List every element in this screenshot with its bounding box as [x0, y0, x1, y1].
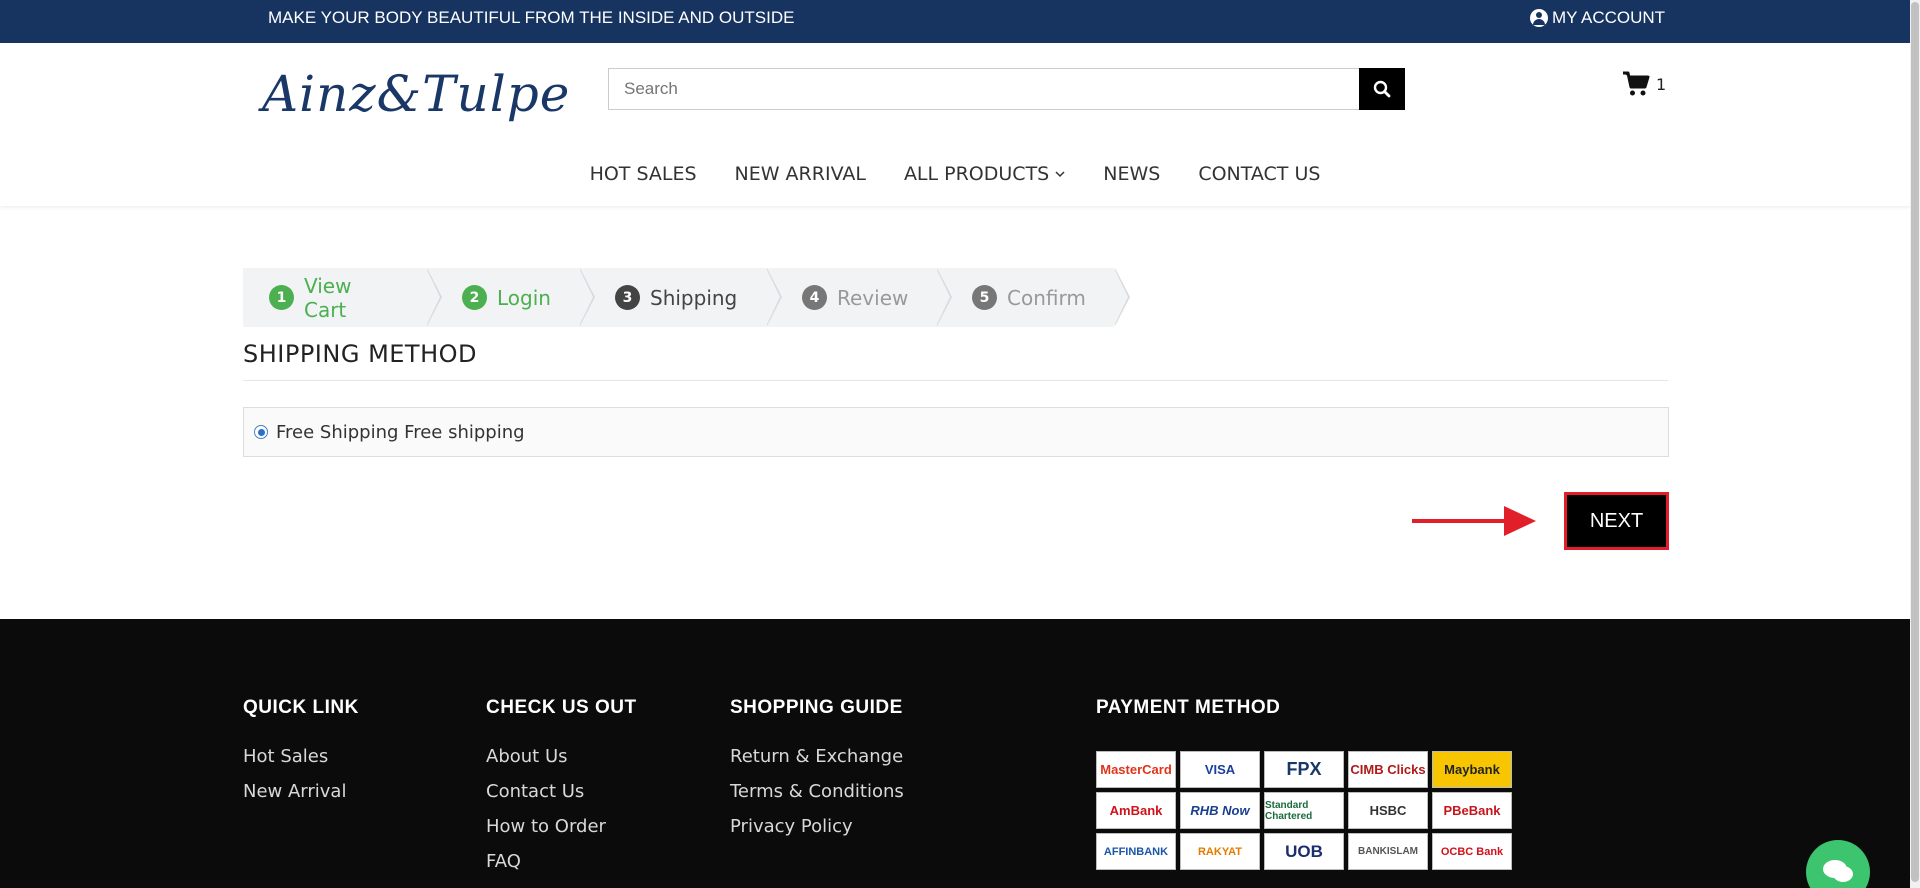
step-review: 4 Review: [766, 268, 952, 327]
payment-logo: BANKISLAM: [1348, 833, 1428, 870]
payment-logos: MasterCard VISA FPX CIMB Clicks Maybank …: [1096, 751, 1512, 870]
payment-logo: OCBC Bank: [1432, 833, 1512, 870]
step-number: 3: [615, 285, 640, 310]
step-shipping: 3 Shipping: [579, 268, 782, 327]
step-login[interactable]: 2 Login: [426, 268, 595, 327]
payment-logo: PBeBank: [1432, 792, 1512, 829]
footer-link-contact-us[interactable]: Contact Us: [486, 774, 637, 809]
chat-bubble-icon: [1823, 860, 1853, 882]
announcement-text: MAKE YOUR BODY BEAUTIFUL FROM THE INSIDE…: [268, 8, 795, 27]
step-label: Login: [497, 285, 551, 310]
site-header: Ainz&Tulpe 1 HOT SALES NEW ARRIVAL ALL P…: [0, 43, 1910, 206]
search-bar: [608, 68, 1405, 110]
user-circle-icon: [1530, 9, 1548, 27]
cart-button[interactable]: 1: [1622, 71, 1666, 97]
payment-logo: Maybank: [1432, 751, 1512, 788]
payment-logo: AmBank: [1096, 792, 1176, 829]
payment-logo: HSBC: [1348, 792, 1428, 829]
step-label: Shipping: [650, 285, 738, 310]
footer-link-new-arrival[interactable]: New Arrival: [243, 774, 359, 809]
footer-payment-method: PAYMENT METHOD: [1096, 697, 1280, 739]
payment-logo: RAKYAT: [1180, 833, 1260, 870]
site-logo[interactable]: Ainz&Tulpe: [262, 65, 570, 123]
my-account-link[interactable]: MY ACCOUNT: [1530, 0, 1665, 36]
footer-link-about-us[interactable]: About Us: [486, 739, 637, 774]
payment-logo: UOB: [1264, 833, 1344, 870]
footer-link-return-exchange[interactable]: Return & Exchange: [730, 739, 904, 774]
cart-count: 1: [1656, 74, 1667, 94]
step-label: View Cart: [303, 273, 352, 322]
next-button[interactable]: NEXT: [1564, 492, 1669, 550]
nav-all-products-label: ALL PRODUCTS: [903, 163, 1050, 185]
footer-heading: CHECK US OUT: [486, 697, 637, 718]
page-scrollbar[interactable]: [1910, 0, 1920, 888]
footer-link-privacy[interactable]: Privacy Policy: [730, 809, 904, 844]
step-view-cart[interactable]: 1 View Cart: [243, 268, 442, 327]
nav-hot-sales[interactable]: HOT SALES: [590, 163, 697, 185]
footer-link-terms[interactable]: Terms & Conditions: [730, 774, 904, 809]
payment-logo: Standard Chartered: [1264, 792, 1344, 829]
footer-heading: SHOPPING GUIDE: [730, 697, 903, 718]
footer-heading: PAYMENT METHOD: [1096, 697, 1281, 718]
nav-new-arrival[interactable]: NEW ARRIVAL: [735, 163, 866, 185]
page-title: SHIPPING METHOD: [243, 340, 478, 368]
footer-check-us-out: CHECK US OUT About Us Contact Us How to …: [486, 697, 637, 879]
divider: [243, 380, 1668, 381]
shipping-radio[interactable]: [254, 425, 268, 439]
arrow-right-icon: [1412, 506, 1536, 536]
footer-shopping-guide: SHOPPING GUIDE Return & Exchange Terms &…: [730, 697, 904, 844]
footer-quick-link: QUICK LINK Hot Sales New Arrival: [243, 697, 359, 809]
payment-logo: CIMB Clicks: [1348, 751, 1428, 788]
footer-link-hot-sales[interactable]: Hot Sales: [243, 739, 359, 774]
my-account-label: MY ACCOUNT: [1552, 8, 1666, 27]
shipping-option-free[interactable]: Free Shipping Free shipping: [243, 407, 1669, 457]
payment-logo: RHB Now: [1180, 792, 1260, 829]
step-label: Confirm: [1007, 285, 1086, 310]
search-button[interactable]: [1359, 68, 1405, 110]
footer-heading: QUICK LINK: [243, 697, 359, 718]
scrollbar-thumb[interactable]: [1911, 2, 1919, 882]
payment-logo: AFFINBANK: [1096, 833, 1176, 870]
shipping-option-label: Free Shipping Free shipping: [276, 421, 525, 443]
nav-contact-us[interactable]: CONTACT US: [1198, 163, 1320, 185]
search-input[interactable]: [609, 69, 1349, 109]
step-number: 4: [802, 285, 827, 310]
site-footer: QUICK LINK Hot Sales New Arrival CHECK U…: [0, 619, 1910, 888]
main-nav: HOT SALES NEW ARRIVAL ALL PRODUCTS NEWS …: [0, 163, 1910, 185]
chevron-down-icon: [1055, 170, 1065, 177]
announcement-bar: MAKE YOUR BODY BEAUTIFUL FROM THE INSIDE…: [0, 0, 1910, 43]
footer-link-faq[interactable]: FAQ: [486, 844, 637, 879]
step-number: 5: [972, 285, 997, 310]
payment-logo: MasterCard: [1096, 751, 1176, 788]
cart-icon: [1623, 71, 1650, 96]
checkout-steps: 1 View Cart 2 Login 3 Shipping 4 Review …: [243, 268, 1130, 327]
search-icon: [1373, 80, 1391, 98]
payment-logo: VISA: [1180, 751, 1260, 788]
step-number: 1: [269, 285, 294, 310]
step-confirm: 5 Confirm: [936, 268, 1130, 327]
footer-link-how-to-order[interactable]: How to Order: [486, 809, 637, 844]
step-label: Review: [837, 285, 909, 310]
step-number: 2: [462, 285, 487, 310]
payment-logo: FPX: [1264, 751, 1344, 788]
nav-all-products[interactable]: ALL PRODUCTS: [904, 163, 1065, 185]
nav-news[interactable]: NEWS: [1103, 163, 1160, 185]
